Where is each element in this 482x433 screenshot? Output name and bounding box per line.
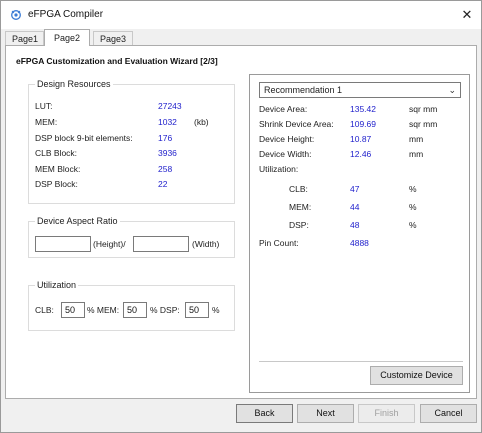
util-unit: % bbox=[409, 220, 417, 230]
aspect-width-label: (Width) bbox=[192, 239, 220, 249]
resource-key: MEM: bbox=[35, 117, 58, 127]
recommendation-selected: Recommendation 1 bbox=[264, 85, 343, 95]
metric-unit: sqr mm bbox=[409, 119, 438, 129]
resource-value: 27243 bbox=[158, 101, 182, 111]
tab-page2[interactable]: Page2 bbox=[44, 29, 90, 46]
resource-value: 1032 bbox=[158, 117, 177, 127]
util-key: DSP: bbox=[289, 220, 309, 230]
resource-key: CLB Block: bbox=[35, 148, 78, 158]
metric-unit: sqr mm bbox=[409, 104, 438, 114]
util-unit: % bbox=[409, 184, 417, 194]
resource-unit: (kb) bbox=[194, 117, 209, 127]
metric-value: 12.46 bbox=[350, 149, 372, 159]
aspect-ratio-group: Device Aspect Ratio (Height)/ (Width) bbox=[28, 216, 235, 258]
mem-input[interactable]: 50 bbox=[123, 302, 147, 318]
recommendation-select[interactable]: Recommendation 1 ⌄ bbox=[259, 82, 461, 98]
wizard-title: eFPGA Customization and Evaluation Wizar… bbox=[16, 56, 218, 66]
app-icon bbox=[11, 10, 21, 20]
utilization-label: Utilization bbox=[35, 280, 79, 290]
customize-device-button[interactable]: Customize Device bbox=[370, 366, 463, 385]
metric-unit: mm bbox=[409, 134, 424, 144]
pin-count-label: Pin Count: bbox=[259, 238, 299, 248]
util-key: CLB: bbox=[289, 184, 308, 194]
tab-page3[interactable]: Page3 bbox=[93, 31, 133, 46]
util-unit: % bbox=[409, 202, 417, 212]
panel-divider bbox=[259, 361, 463, 362]
metric-key: Device Width: bbox=[259, 149, 312, 159]
utilization-heading: Utilization: bbox=[259, 164, 299, 174]
metric-key: Device Area: bbox=[259, 104, 308, 114]
resource-key: MEM Block: bbox=[35, 164, 81, 174]
util-value: 47 bbox=[350, 184, 360, 194]
title-bar: eFPGA Compiler ✕ bbox=[1, 1, 481, 29]
dsp-input[interactable]: 50 bbox=[185, 302, 209, 318]
util-value: 44 bbox=[350, 202, 360, 212]
metric-value: 10.87 bbox=[350, 134, 372, 144]
clb-label: CLB: bbox=[35, 305, 54, 315]
cancel-button[interactable]: Cancel bbox=[420, 404, 477, 423]
metric-value: 109.69 bbox=[350, 119, 376, 129]
metric-unit: mm bbox=[409, 149, 424, 159]
mem-label: % MEM: bbox=[87, 305, 120, 315]
resource-key: DSP Block: bbox=[35, 179, 78, 189]
util-value: 48 bbox=[350, 220, 360, 230]
tab-page1[interactable]: Page1 bbox=[5, 31, 44, 46]
resource-value: 176 bbox=[158, 133, 173, 143]
aspect-width-input[interactable] bbox=[133, 236, 189, 252]
recommendation-panel: Recommendation 1 ⌄ Device Area: 135.42 s… bbox=[249, 74, 470, 393]
clb-input[interactable]: 50 bbox=[61, 302, 85, 318]
resource-value: 3936 bbox=[158, 148, 177, 158]
close-button[interactable]: ✕ bbox=[457, 5, 477, 25]
chevron-down-icon: ⌄ bbox=[448, 85, 456, 95]
aspect-ratio-label: Device Aspect Ratio bbox=[35, 216, 120, 226]
compiler-window: eFPGA Compiler ✕ Page1 Page2 Page3 eFPGA… bbox=[0, 0, 482, 433]
util-key: MEM: bbox=[289, 202, 312, 212]
dsp-percent-label: % bbox=[212, 305, 220, 315]
resource-key: DSP block 9-bit elements: bbox=[35, 133, 133, 143]
metric-key: Shrink Device Area: bbox=[259, 119, 334, 129]
next-button[interactable]: Next bbox=[297, 404, 354, 423]
metric-value: 135.42 bbox=[350, 104, 376, 114]
resource-value: 258 bbox=[158, 164, 173, 174]
metric-key: Device Height: bbox=[259, 134, 315, 144]
utilization-group: Utilization CLB: 50 % MEM: 50 % DSP: 50 … bbox=[28, 280, 235, 331]
back-button[interactable]: Back bbox=[236, 404, 293, 423]
resource-value: 22 bbox=[158, 179, 168, 189]
design-resources-label: Design Resources bbox=[35, 79, 113, 89]
finish-button[interactable]: Finish bbox=[358, 404, 415, 423]
aspect-height-input[interactable] bbox=[35, 236, 91, 252]
pin-count-value: 4888 bbox=[350, 238, 369, 248]
page2-panel: eFPGA Customization and Evaluation Wizar… bbox=[5, 45, 477, 399]
aspect-height-label: (Height)/ bbox=[93, 239, 126, 249]
design-resources-group: Design Resources LUT: 27243 MEM: 1032 (k… bbox=[28, 79, 235, 204]
dsp-label: % DSP: bbox=[150, 305, 180, 315]
close-icon: ✕ bbox=[461, 7, 473, 22]
resource-key: LUT: bbox=[35, 101, 53, 111]
window-title: eFPGA Compiler bbox=[28, 9, 104, 20]
